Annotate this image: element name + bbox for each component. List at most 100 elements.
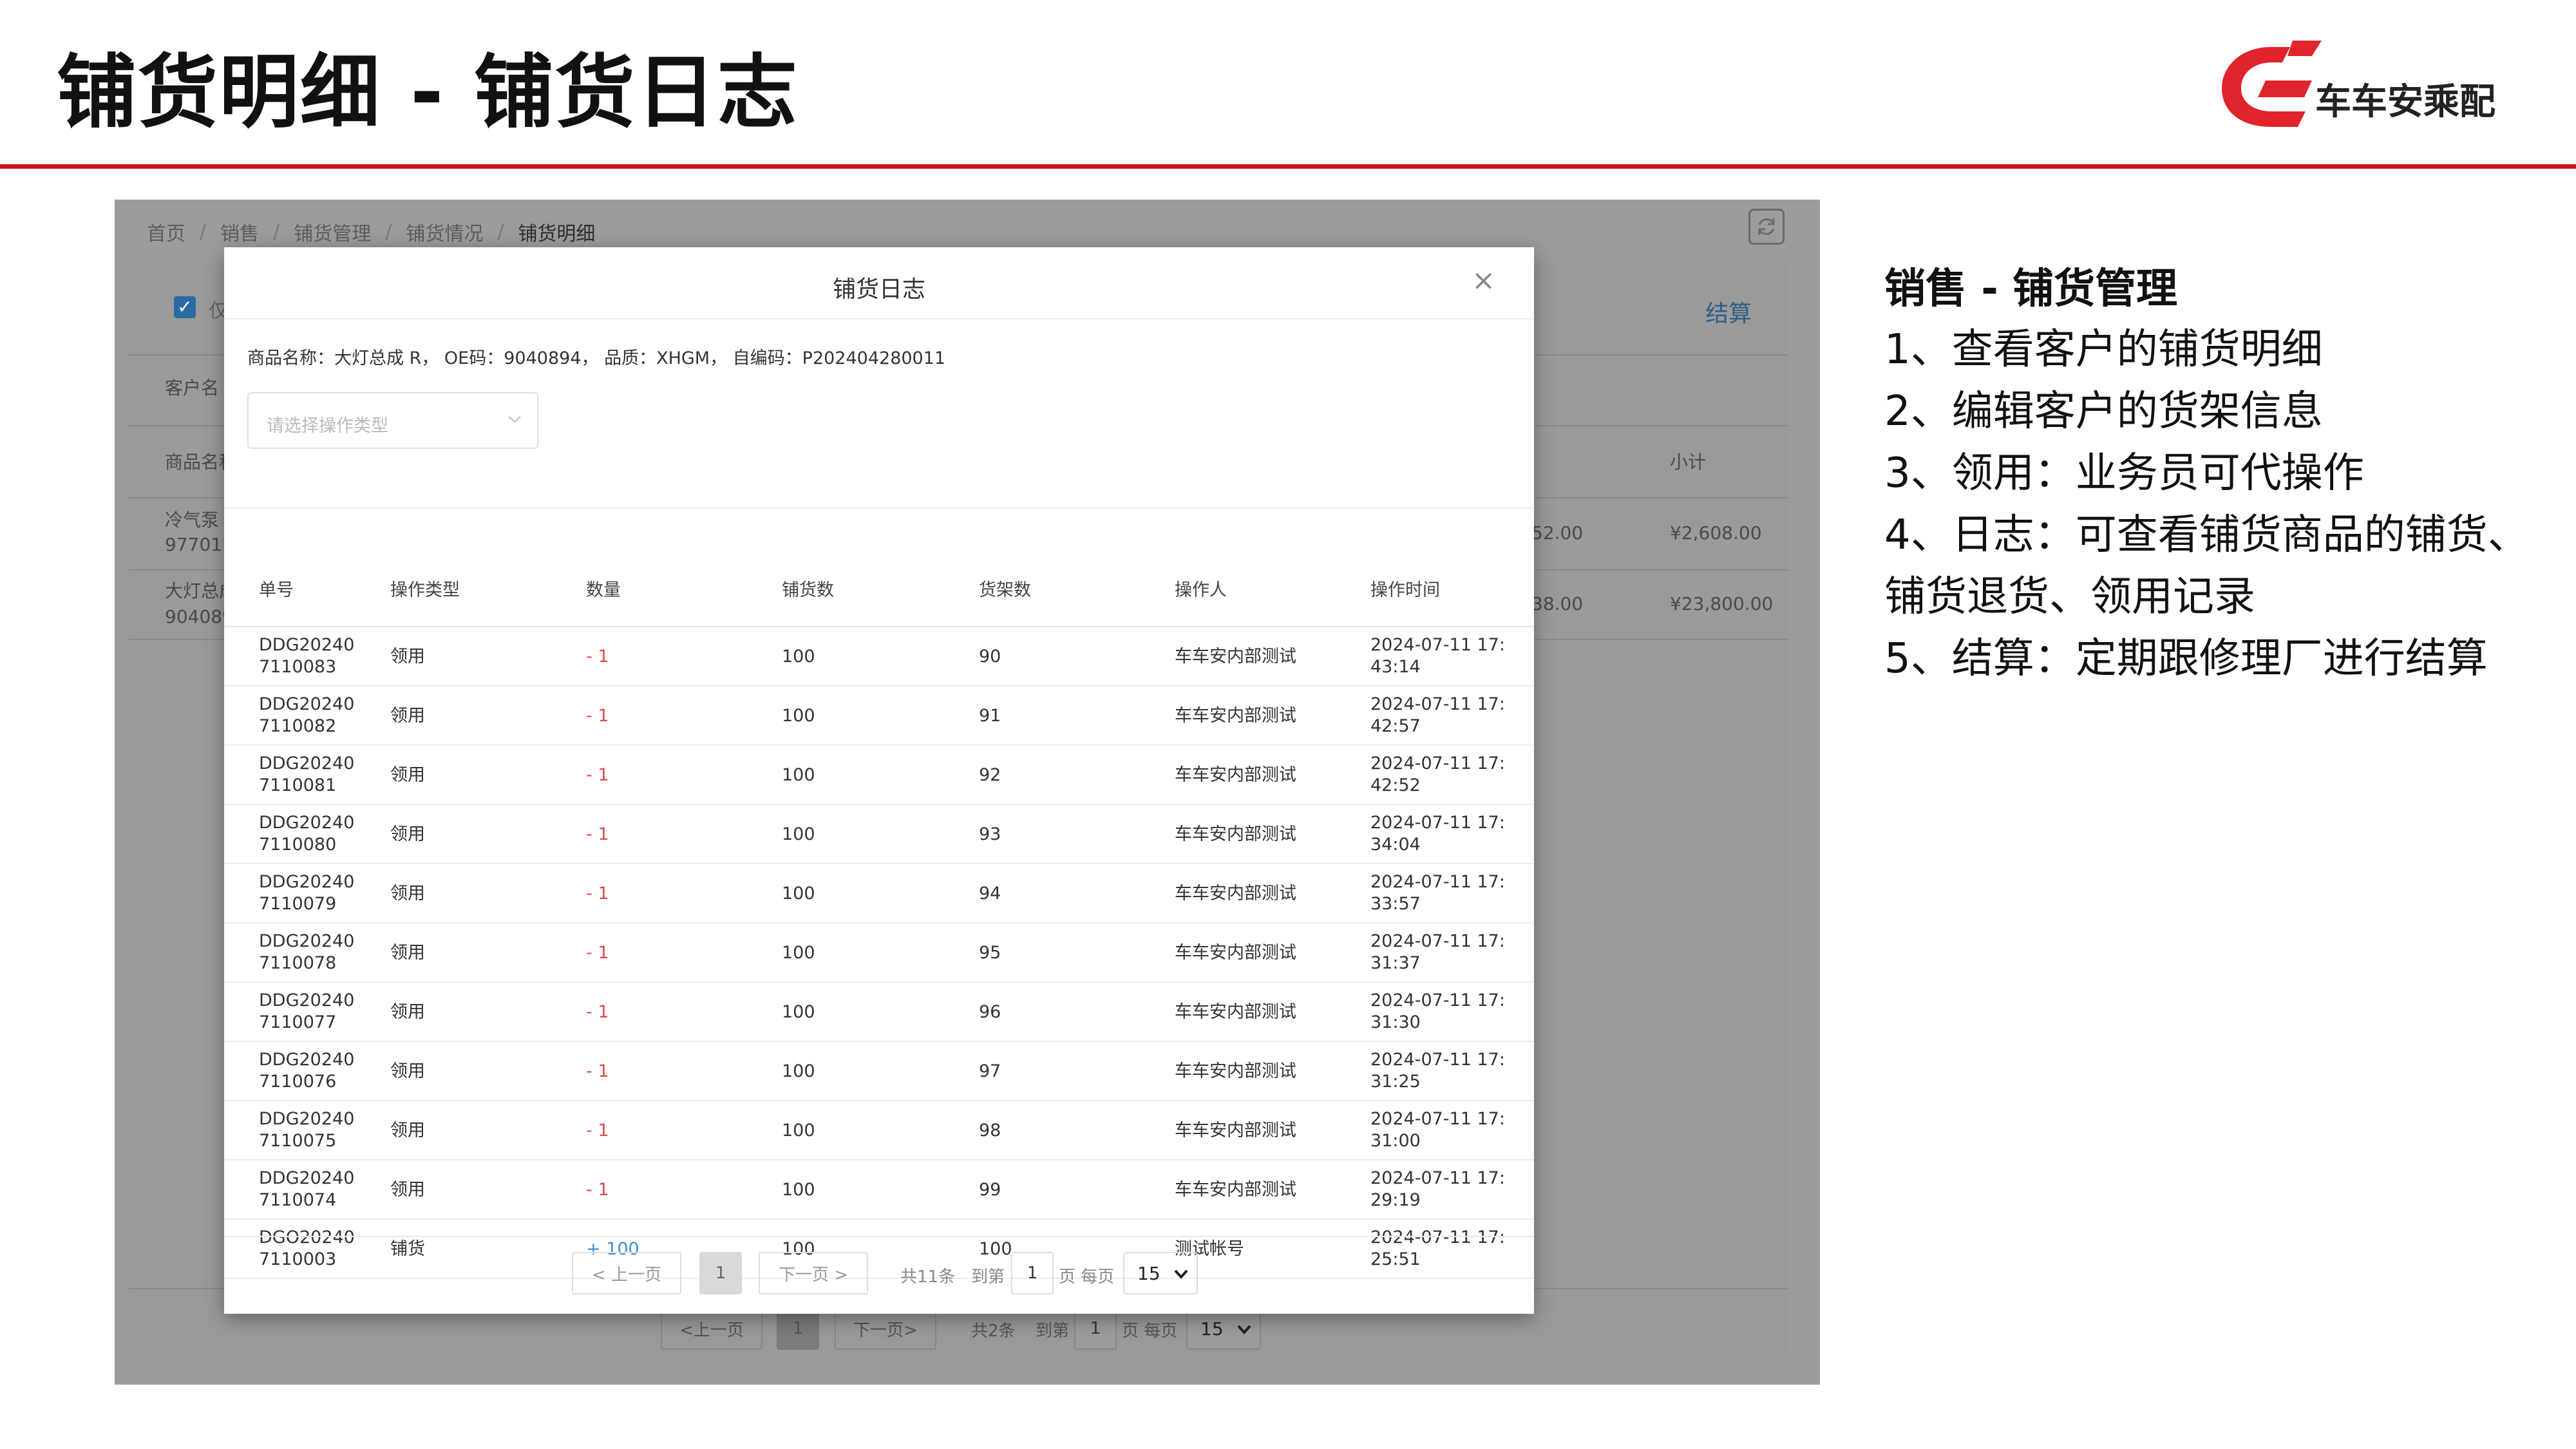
refresh-button[interactable] (1748, 209, 1785, 245)
cell-time-line1: 2024-07-11 17: (1370, 1050, 1505, 1070)
breadcrumb-item-current: 铺货明细 (518, 223, 596, 245)
cell-operation-type: 领用 (390, 1121, 425, 1141)
page-size-select[interactable]: 15 (1123, 1252, 1198, 1294)
cell-time-line2: 43:14 (1370, 657, 1421, 677)
cell-order-no-line1: DDG20240 (259, 1168, 355, 1188)
brand-mark-icon (2222, 41, 2322, 127)
bg-row-name: 冷气泵 (165, 509, 220, 531)
table-row: DDG20240 7110079 领用 - 1 100 94 车车安内部测试 2024-07-… (224, 864, 1534, 923)
cell-shelf: 95 (979, 943, 1001, 963)
operation-type-select[interactable]: 请选择操作类型 (247, 392, 538, 449)
cell-order-no-line2: 7110075 (259, 1131, 337, 1151)
cell-operation-type: 领用 (390, 943, 425, 963)
per-page-label: 页 每页 (1059, 1267, 1115, 1287)
cell-order-no-line2: 7110082 (259, 716, 337, 736)
cell-shelf: 93 (979, 824, 1001, 844)
cell-time-line2: 31:25 (1370, 1072, 1421, 1092)
note-item: 1、查看客户的铺货明细 (1884, 325, 2323, 374)
cell-time-line1: 2024-07-11 17: (1370, 872, 1505, 892)
cell-time-line1: 2024-07-11 17: (1370, 1168, 1505, 1188)
cell-stock: 100 (782, 765, 815, 785)
bg-goto-label: 到第 (1036, 1321, 1070, 1341)
bg-total-count: 共2条 (971, 1321, 1016, 1341)
cell-order-no-line2: 7110080 (259, 835, 337, 855)
cell-time-line2: 31:30 (1370, 1012, 1421, 1032)
cell-time-line1: 2024-07-11 17: (1370, 990, 1505, 1010)
cell-time-line1: 2024-07-11 17: (1370, 813, 1505, 833)
cell-operator: 车车安内部测试 (1175, 1121, 1296, 1141)
table-row: DDG20240 7110077 领用 - 1 100 96 车车安内部测试 2024-07-… (224, 983, 1534, 1042)
page-1-button[interactable]: 1 (699, 1252, 742, 1294)
cell-stock: 100 (782, 943, 815, 963)
table-row: DDG20240 7110081 领用 - 1 100 92 车车安内部测试 2024-07-… (224, 746, 1534, 805)
cell-operation-type: 领用 (390, 706, 425, 726)
breadcrumb-item-consignment[interactable]: 铺货管理 (294, 218, 371, 246)
cell-order-no-line1: DDG20240 (259, 931, 355, 951)
table-row: DDG20240 7110080 领用 - 1 100 93 车车安内部测试 2024-07-… (224, 805, 1534, 864)
next-page-button[interactable]: 下一页 > (759, 1252, 868, 1294)
breadcrumb: 首页 / 销售 / 铺货管理 / 铺货情况 / 铺货明细 (147, 213, 609, 251)
cell-time-line2: 34:04 (1370, 835, 1421, 855)
goto-page-input[interactable]: 1 (1011, 1252, 1054, 1294)
cell-time-line1: 2024-07-11 17: (1370, 753, 1505, 773)
table-row: DDG20240 7110078 领用 - 1 100 95 车车安内部测试 2024-07-… (224, 923, 1534, 983)
table-row: DDG20240 7110075 领用 - 1 100 98 车车安内部测试 2024-07-… (224, 1101, 1534, 1160)
cell-order-no-line1: DDG20240 (259, 635, 355, 655)
note-item: 3、领用：业务员可代操作 (1884, 449, 2364, 497)
slide-title: 铺货明细 - 铺货日志 (57, 46, 799, 139)
chevron-down-icon (1174, 1269, 1188, 1279)
cell-time-line2: 31:37 (1370, 953, 1421, 973)
customer-label: 客户名 (165, 377, 220, 399)
settle-button[interactable]: 结算 (1705, 295, 1752, 328)
cell-shelf: 99 (979, 1180, 1001, 1200)
dialog-header: 铺货日志 × (224, 247, 1534, 319)
note-item: 4、日志：可查看铺货商品的铺货、铺货退货、领用记录 (1884, 511, 2529, 621)
cell-operation-type: 领用 (390, 765, 425, 785)
bg-row-partial: 38.00 (1531, 593, 1584, 614)
cell-stock: 100 (782, 1121, 815, 1141)
cell-order-no-line1: DDG20240 (259, 813, 355, 833)
column-header-stock: 铺货数 (782, 580, 834, 600)
cell-stock: 100 (782, 884, 815, 904)
cell-time-line1: 2024-07-11 17: (1370, 931, 1505, 951)
bg-row-partial: 52.00 (1531, 522, 1584, 544)
breadcrumb-item-sales[interactable]: 销售 (220, 218, 259, 246)
cell-order-no-line2: 7110074 (259, 1190, 337, 1210)
cell-order-no-line1: DDG20240 (259, 753, 355, 773)
cell-operation-type: 领用 (390, 647, 425, 667)
cell-stock: 100 (782, 1002, 815, 1022)
cell-operator: 车车安内部测试 (1175, 1180, 1296, 1200)
page-size-value: 15 (1137, 1262, 1160, 1284)
cell-time-line1: 2024-07-11 17: (1370, 1109, 1505, 1129)
cell-order-no-line2: 7110081 (259, 775, 337, 795)
cell-time-line2: 42:57 (1370, 716, 1421, 736)
cell-order-no-line2: 7110076 (259, 1072, 337, 1092)
bg-row-code: 904089 (165, 606, 234, 627)
cell-quantity: - 1 (586, 1180, 609, 1200)
cell-time-line1: 2024-07-11 17: (1370, 1227, 1505, 1247)
dialog-footer-divider (224, 1236, 1534, 1237)
column-header-operator: 操作人 (1175, 580, 1227, 600)
cell-time-line1: 2024-07-11 17: (1370, 635, 1505, 655)
chevron-down-icon (508, 416, 521, 423)
table-row: DDG20240 7110083 领用 - 1 100 90 车车安内部测试 2024-07-… (224, 627, 1534, 687)
table-row: DDG20240 7110082 领用 - 1 100 91 车车安内部测试 2024-07-… (224, 687, 1534, 746)
cell-shelf: 92 (979, 765, 1001, 785)
breadcrumb-item-home[interactable]: 首页 (147, 218, 185, 246)
cell-order-no-line1: DDG20240 (259, 694, 355, 714)
cell-order-no-line2: 7110079 (259, 894, 337, 914)
prev-page-button[interactable]: < 上一页 (572, 1252, 681, 1294)
close-icon[interactable]: × (1472, 267, 1495, 295)
breadcrumb-separator: / (273, 220, 280, 243)
breadcrumb-separator: / (200, 220, 207, 243)
cell-shelf: 90 (979, 647, 1001, 667)
brand-logo: 车车安乘配 (2215, 35, 2524, 138)
column-header-shelf: 货架数 (979, 580, 1031, 600)
column-header-order-no: 单号 (259, 580, 294, 600)
operation-type-placeholder: 请选择操作类型 (267, 416, 388, 436)
background-checkbox[interactable]: ✓ (174, 296, 196, 318)
cell-quantity: - 1 (586, 706, 609, 726)
cell-time-line2: 31:00 (1370, 1131, 1421, 1151)
breadcrumb-item-status[interactable]: 铺货情况 (406, 218, 483, 246)
brand-name: 车车安乘配 (2315, 81, 2496, 123)
